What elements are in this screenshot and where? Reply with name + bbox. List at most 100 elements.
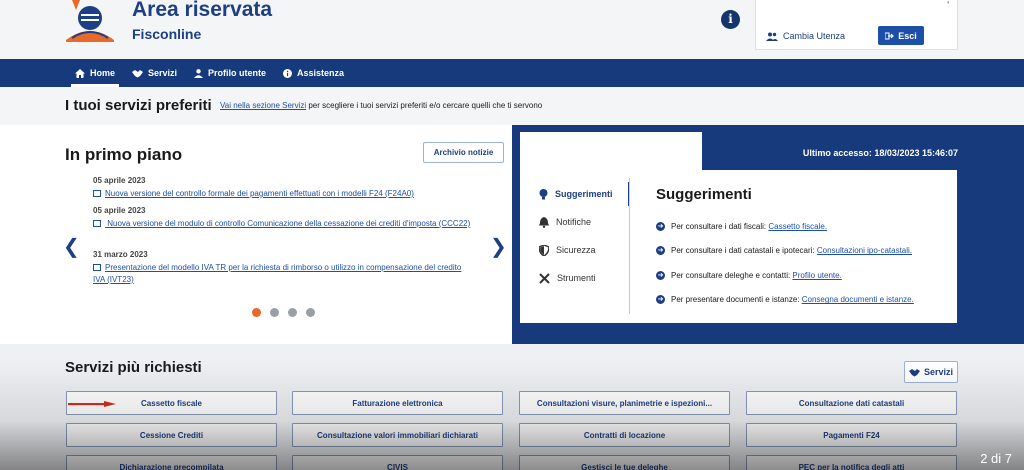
news-date: 05 aprile 2023 xyxy=(93,176,146,185)
preferiti-title: I tuoi servizi preferiti xyxy=(65,97,212,114)
nav-item-home[interactable]: Home xyxy=(70,59,120,87)
nav-label-assistenza: Assistenza xyxy=(297,68,345,78)
agenzia-entrate-logo[interactable] xyxy=(64,0,116,44)
carousel-dot[interactable] xyxy=(252,308,261,317)
service-tile-deleghe[interactable]: Gestisci le tue deleghe xyxy=(519,455,730,470)
nav-item-profilo[interactable]: Profilo utente xyxy=(194,59,266,87)
side-item-suggerimenti[interactable]: Suggerimenti xyxy=(528,180,630,208)
header: Area riservata Fisconline i ' Cambia Ute… xyxy=(0,0,1024,59)
vai-servizi-link[interactable]: Vai nella sezione Servizi xyxy=(220,101,306,110)
archivio-notizie-button[interactable]: Archivio notizie xyxy=(423,142,504,163)
nav-label-home: Home xyxy=(90,68,116,78)
nav-item-servizi[interactable]: Servizi xyxy=(132,59,177,87)
slide-counter: 2 di 7 xyxy=(980,451,1012,466)
service-tile-visure[interactable]: Consultazioni visure, planimetrie e ispe… xyxy=(519,391,730,415)
primo-piano-title: In primo piano xyxy=(65,145,183,164)
handshake-icon xyxy=(132,69,143,77)
shield-icon xyxy=(539,244,549,256)
side-item-sicurezza[interactable]: Sicurezza xyxy=(528,236,630,264)
carousel-next-icon[interactable]: ❯ xyxy=(490,234,507,259)
calendar-icon xyxy=(93,190,101,198)
side-item-notifiche[interactable]: Notifiche xyxy=(528,208,630,236)
carousel-dot[interactable] xyxy=(288,308,297,317)
suggerimenti-title: Suggerimenti xyxy=(656,186,752,203)
suggerimento-link[interactable]: Cassetto fiscale. xyxy=(768,222,827,231)
arrow-right-icon: ➜ xyxy=(656,221,665,231)
arrow-right-icon: ➜ xyxy=(656,246,665,256)
news-item: 31 marzo 2023 Presentazione del modello … xyxy=(93,250,473,286)
news-link[interactable]: Nuova versione del controllo formale dei… xyxy=(93,188,473,200)
users-icon xyxy=(766,32,778,41)
suggerimento-text: Per consultare i dati fiscali: xyxy=(671,221,769,231)
servizi-preferiti-bar: I tuoi servizi preferiti Vai nella sezio… xyxy=(0,87,1024,125)
suggerimento-text: Per consultare i dati catastali e ipotec… xyxy=(671,246,817,256)
info-icon[interactable]: i xyxy=(721,10,740,29)
user-box-tick: ' xyxy=(947,0,949,10)
service-tile-dati-catastali[interactable]: Consultazione dati catastali xyxy=(746,391,957,415)
brand-title: Area riservata xyxy=(132,0,273,21)
suggerimento-text: Per consultare deleghe e contatti: xyxy=(671,270,793,280)
service-tile-fatturazione[interactable]: Fatturazione elettronica xyxy=(292,391,503,415)
brand-subtitle: Fisconline xyxy=(132,26,202,42)
bell-icon xyxy=(539,216,549,228)
suggerimenti-list: ➜ Per consultare i dati fiscali: Cassett… xyxy=(656,214,956,312)
suggerimenti-panel: Ultimo accesso: 18/03/2023 15:46:07 Sugg… xyxy=(512,125,1024,344)
side-menu-divider xyxy=(629,178,630,314)
servizi-button[interactable]: Servizi xyxy=(904,361,958,383)
esci-label: Esci xyxy=(898,30,917,41)
news-link-text: Presentazione del modello IVA TR per la … xyxy=(93,263,462,284)
servizi-richiesti-title: Servizi più richiesti xyxy=(65,359,202,376)
carousel-dots xyxy=(252,308,315,317)
calendar-icon xyxy=(93,220,101,228)
news-date: 31 marzo 2023 xyxy=(93,250,148,259)
service-tile-civis[interactable]: CIVIS xyxy=(292,455,503,470)
preferiti-description: Vai nella sezione Servizi per scegliere … xyxy=(220,101,542,110)
service-tile-pagamenti-f24[interactable]: Pagamenti F24 xyxy=(746,423,957,447)
suggerimento-link[interactable]: Consegna documenti e istanze. xyxy=(802,295,914,304)
home-icon xyxy=(75,68,85,78)
cambia-utenza-link[interactable]: Cambia Utenza xyxy=(766,31,845,41)
logout-icon xyxy=(885,32,895,39)
suggerimento-row: ➜ Per consultare i dati catastali e ipot… xyxy=(656,239,956,264)
main-nav: Home Servizi Profilo utente Assistenza xyxy=(0,59,1024,87)
service-tile-valori-immobiliari[interactable]: Consultazione valori immobiliari dichiar… xyxy=(292,423,503,447)
news-link[interactable]: Nuova versione del modulo di controllo C… xyxy=(93,218,473,230)
servizi-button-label: Servizi xyxy=(923,367,954,377)
news-link[interactable]: Presentazione del modello IVA TR per la … xyxy=(93,262,473,286)
cambia-utenza-label: Cambia Utenza xyxy=(783,31,846,41)
side-item-strumenti[interactable]: Strumenti xyxy=(528,264,630,292)
service-tile-pec[interactable]: PEC per la notifica degli atti xyxy=(746,455,957,470)
side-item-label: Suggerimenti xyxy=(555,189,613,199)
tools-icon xyxy=(539,272,550,284)
arrow-right-icon: ➜ xyxy=(656,295,665,305)
suggerimento-link[interactable]: Profilo utente. xyxy=(792,271,841,280)
esci-button[interactable]: Esci xyxy=(878,26,924,45)
nav-item-assistenza[interactable]: Assistenza xyxy=(283,59,344,87)
side-item-label: Sicurezza xyxy=(556,245,596,255)
news-item: 05 aprile 2023 Nuova versione del contro… xyxy=(93,176,473,200)
ultimo-accesso: Ultimo accesso: 18/03/2023 15:46:07 xyxy=(802,148,958,158)
side-item-label: Notifiche xyxy=(556,217,592,227)
news-item: 05 aprile 2023 Nuova versione del modulo… xyxy=(93,206,473,230)
carousel-dot[interactable] xyxy=(306,308,315,317)
carousel-dot[interactable] xyxy=(270,308,279,317)
service-tile-contratti-locazione[interactable]: Contratti di locazione xyxy=(519,423,730,447)
carousel-prev-icon[interactable]: ❮ xyxy=(63,234,80,259)
annotation-arrow-icon xyxy=(68,401,116,407)
preferiti-text: per scegliere i tuoi servizi preferiti e… xyxy=(306,101,543,110)
user-icon xyxy=(194,68,203,78)
lightbulb-icon xyxy=(539,188,548,199)
suggerimenti-card: Suggerimenti Notifiche Sicurezza Strumen… xyxy=(520,170,957,323)
suggerimento-row: ➜ Per presentare documenti e istanze: Co… xyxy=(656,288,956,313)
suggerimento-text: Per presentare documenti e istanze: xyxy=(671,295,802,305)
side-item-label: Strumenti xyxy=(557,273,596,283)
news-link-text: Nuova versione del controllo formale dei… xyxy=(105,189,414,198)
suggerimento-link[interactable]: Consultazioni ipo-catastali. xyxy=(817,246,912,255)
handshake-icon xyxy=(908,368,920,376)
calendar-icon xyxy=(93,264,101,272)
suggerimento-row: ➜ Per consultare deleghe e contatti: Pro… xyxy=(656,263,956,288)
service-tile-dichiarazione[interactable]: Dichiarazione precompilata xyxy=(66,455,277,470)
service-tile-cessione-crediti[interactable]: Cessione Crediti xyxy=(66,423,277,447)
nav-label-servizi: Servizi xyxy=(148,68,178,78)
news-link-text: Nuova versione del modulo di controllo C… xyxy=(105,219,471,228)
